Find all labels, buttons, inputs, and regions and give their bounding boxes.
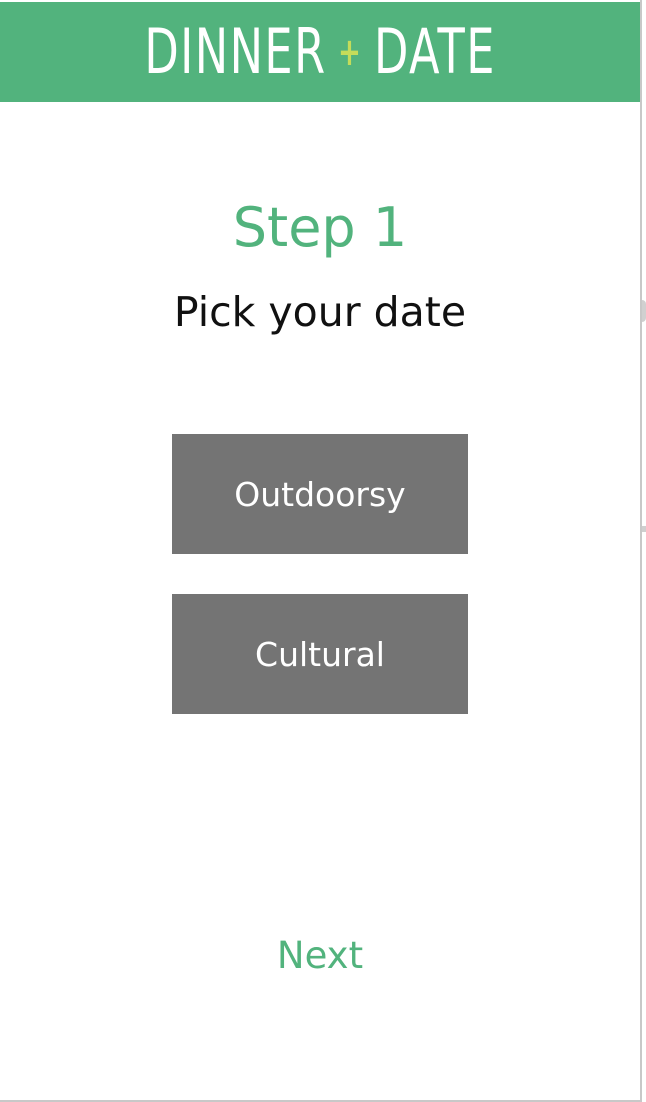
edge-divider-mark <box>642 526 646 532</box>
option-cultural-button[interactable]: Cultural <box>172 594 468 714</box>
option-outdoorsy-button[interactable]: Outdoorsy <box>172 434 468 554</box>
logo-plus-icon: + <box>337 30 363 74</box>
brand-logo: DINNER + DATE <box>144 21 495 83</box>
app-header: DINNER + DATE <box>0 2 640 102</box>
step-title: Step 1 <box>232 196 408 259</box>
app-frame: DINNER + DATE Step 1 Pick your date Outd… <box>0 0 642 1102</box>
next-button[interactable]: Next <box>0 934 640 978</box>
logo-word-date: DATE <box>373 15 496 88</box>
logo-word-dinner: DINNER <box>144 15 327 88</box>
step-subtitle: Pick your date <box>173 288 467 336</box>
edge-divider-mark <box>642 300 646 322</box>
